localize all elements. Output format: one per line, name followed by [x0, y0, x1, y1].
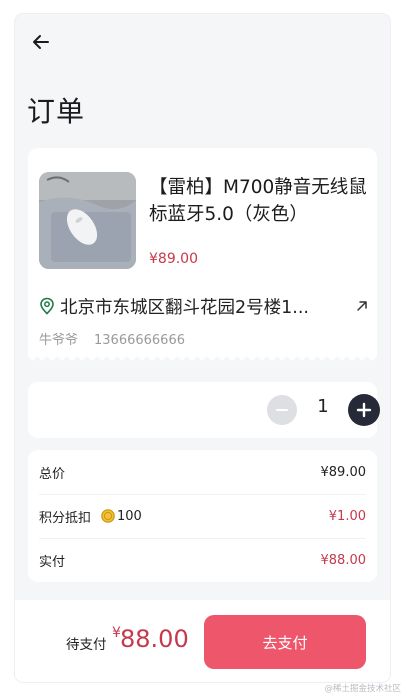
total-value: ¥89.00 — [320, 464, 367, 480]
quantity-value[interactable]: 1 — [312, 396, 334, 417]
paid-row: 实付 ¥88.00 — [39, 538, 366, 582]
product-card: 【雷柏】M700静音无线鼠标蓝牙5.0（灰色） ¥89.00 北京市东城区翻斗花… — [28, 148, 377, 356]
product-price: ¥89.00 — [149, 251, 198, 267]
address-row[interactable]: 北京市东城区翻斗花园2号楼1... — [39, 294, 369, 318]
watermark: @稀土掘金技术社区 — [324, 684, 401, 694]
mouse-product-image — [39, 172, 136, 269]
paid-value: ¥88.00 — [320, 552, 367, 568]
product-image[interactable] — [39, 172, 136, 269]
points-amount: 100 — [117, 508, 142, 524]
price-summary: 总价 ¥89.00 积分抵扣 100 ¥1.00 实付 ¥88.00 — [28, 450, 377, 582]
points-value: ¥1.00 — [328, 508, 366, 524]
minus-icon — [276, 409, 288, 411]
pay-amount: 88.00 — [120, 625, 189, 653]
total-label: 总价 — [39, 466, 66, 482]
contact-phone: 13666666666 — [94, 333, 185, 348]
quantity-increase-button[interactable] — [348, 394, 380, 426]
product-name: 【雷柏】M700静音无线鼠标蓝牙5.0（灰色） — [149, 177, 367, 225]
arrow-left-icon — [33, 35, 49, 49]
back-button[interactable] — [29, 30, 53, 54]
quantity-card: 1 — [28, 382, 380, 438]
pay-label: 待支付 — [66, 637, 107, 653]
total-row: 总价 ¥89.00 — [39, 450, 366, 495]
checkout-bar: 待支付 ¥ 88.00 去支付 — [15, 600, 390, 682]
contact-info: 牛爷爷 13666666666 — [39, 329, 185, 348]
pay-button[interactable]: 去支付 — [204, 615, 366, 669]
arrow-up-right-icon — [357, 301, 367, 311]
coin-icon — [101, 509, 115, 523]
plus-icon — [356, 402, 372, 418]
quantity-decrease-button[interactable] — [267, 395, 297, 425]
points-row: 积分抵扣 100 ¥1.00 — [39, 494, 366, 539]
receipt-edge — [28, 354, 377, 361]
contact-name: 牛爷爷 — [39, 333, 79, 348]
location-pin-icon — [40, 297, 54, 315]
paid-label: 实付 — [39, 554, 66, 570]
points-label: 积分抵扣 — [39, 510, 92, 526]
address-text: 北京市东城区翻斗花园2号楼1... — [60, 297, 309, 318]
page-title: 订单 — [27, 95, 86, 128]
order-page: 订单 【雷柏】M700静音无线鼠标蓝牙5.0（灰色） ¥89.00 北京市东城区… — [15, 14, 390, 682]
